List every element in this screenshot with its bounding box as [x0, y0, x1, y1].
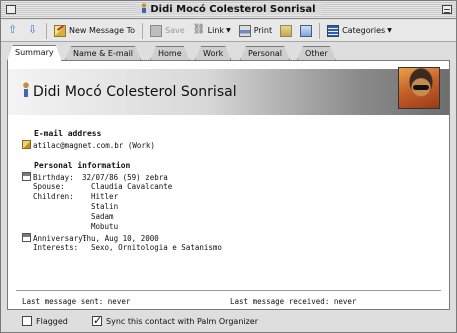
children-label: Children:	[33, 192, 74, 201]
link-icon	[193, 24, 206, 37]
contact-photo[interactable]	[398, 67, 440, 109]
next-contact-button[interactable]	[24, 22, 42, 40]
new-message-icon	[54, 24, 66, 37]
last-received-status: Last message received: never	[230, 297, 357, 306]
email-section-title: E-mail address	[34, 129, 102, 138]
contact-person-icon	[22, 82, 30, 97]
tab-strip: Summary Name & E-mail Home Work Personal…	[7, 44, 450, 61]
window-title: Didi Mocó Colesterol Sonrisal	[1, 3, 456, 15]
contact-name-text: Didi Mocó Colesterol Sonrisal	[33, 84, 237, 100]
children-row: Children: Hitler	[33, 192, 118, 201]
toolbar-separator	[319, 22, 321, 39]
categories-dropdown-icon: ▼	[387, 27, 392, 34]
flagged-checkbox-box[interactable]	[22, 316, 32, 326]
spouse-value: Claudia Cavalcante	[91, 182, 173, 191]
title-bar[interactable]: Didi Mocó Colesterol Sonrisal	[1, 1, 456, 19]
interests-row: Interests: Sexo, Ornitologia e Satanismo	[33, 243, 222, 252]
tab-summary[interactable]: Summary	[7, 45, 62, 61]
save-button[interactable]: Save	[147, 22, 188, 40]
spouse-row: Spouse: Claudia Cavalcante	[33, 182, 172, 191]
printer-icon	[238, 24, 251, 37]
sync-palm-checkbox-box[interactable]	[92, 314, 102, 327]
collapse-box[interactable]	[442, 5, 452, 14]
spouse-label: Spouse:	[33, 182, 65, 191]
tab-home[interactable]: Home	[150, 46, 190, 60]
flagged-checkbox[interactable]: Flagged	[22, 316, 68, 326]
down-arrow-icon	[27, 23, 39, 37]
sync-palm-checkbox[interactable]: Sync this contact with Palm Organizer	[92, 314, 259, 327]
child-item: Hitler	[91, 192, 119, 201]
save-label: Save	[165, 26, 185, 35]
contact-tool-button[interactable]	[277, 22, 295, 40]
tab-personal[interactable]: Personal	[240, 46, 290, 60]
interests-value: Sexo, Ornitologia e Satanismo	[91, 243, 222, 252]
calendar-icon	[22, 172, 31, 181]
find-button[interactable]	[297, 22, 315, 40]
anniversary-value: Thu, Aug 10, 2000	[82, 234, 159, 243]
up-arrow-icon	[7, 23, 19, 37]
categories-label: Categories	[342, 26, 386, 35]
link-label: Link	[207, 26, 225, 35]
birthday-row: Birthday: 32/07/86 (59) zebra	[22, 172, 168, 182]
previous-contact-button[interactable]	[4, 22, 22, 40]
contact-name: Didi Mocó Colesterol Sonrisal	[22, 82, 237, 100]
child-item: Stalin	[91, 202, 119, 211]
window-title-text: Didi Mocó Colesterol Sonrisal	[150, 4, 316, 15]
child-item: Sadam	[91, 212, 114, 221]
summary-pane: Didi Mocó Colesterol Sonrisal E-mail add…	[7, 60, 450, 310]
email-icon	[22, 140, 31, 149]
print-button[interactable]: Print	[236, 22, 275, 40]
personal-section-title: Personal information	[34, 161, 131, 170]
contact-tool-icon	[280, 24, 293, 37]
new-message-button[interactable]: New Message To	[51, 22, 138, 40]
contact-person-icon	[141, 3, 148, 13]
contact-window: Didi Mocó Colesterol Sonrisal New Messag…	[0, 0, 457, 333]
save-icon	[150, 24, 163, 37]
categories-button[interactable]: Categories ▼	[324, 22, 395, 40]
last-sent-status: Last message sent: never	[22, 297, 131, 306]
birthday-value: 32/07/86 (59) zebra	[82, 173, 168, 182]
anniversary-row: Anniversary:Thu, Aug 10, 2000	[22, 233, 159, 243]
print-label: Print	[253, 26, 273, 35]
email-row: atilac@magnet.com.br (Work)	[22, 140, 155, 150]
new-message-label: New Message To	[69, 26, 136, 35]
child-item: Mobutu	[91, 222, 119, 231]
link-button[interactable]: Link ▼	[190, 22, 234, 40]
link-dropdown-icon: ▼	[226, 27, 231, 34]
tab-work[interactable]: Work	[195, 46, 231, 60]
toolbar-separator	[46, 22, 47, 39]
tab-name-email[interactable]: Name & E-mail	[65, 46, 141, 60]
birthday-label: Birthday:	[33, 173, 74, 182]
sync-palm-label: Sync this contact with Palm Organizer	[106, 316, 259, 326]
anniversary-label: Anniversary:	[33, 234, 88, 243]
toolbar: New Message To Save Link ▼ Print Categor…	[1, 20, 456, 42]
email-address-link[interactable]: atilac@magnet.com.br	[33, 141, 123, 150]
toolbar-separator	[142, 22, 144, 39]
categories-icon	[327, 24, 340, 37]
calendar-icon	[22, 233, 31, 242]
find-icon	[300, 24, 313, 37]
tab-other[interactable]: Other	[297, 46, 336, 60]
status-divider	[16, 290, 441, 291]
email-type: (Work)	[127, 141, 155, 150]
flagged-label: Flagged	[36, 316, 68, 326]
interests-label: Interests:	[33, 243, 79, 252]
